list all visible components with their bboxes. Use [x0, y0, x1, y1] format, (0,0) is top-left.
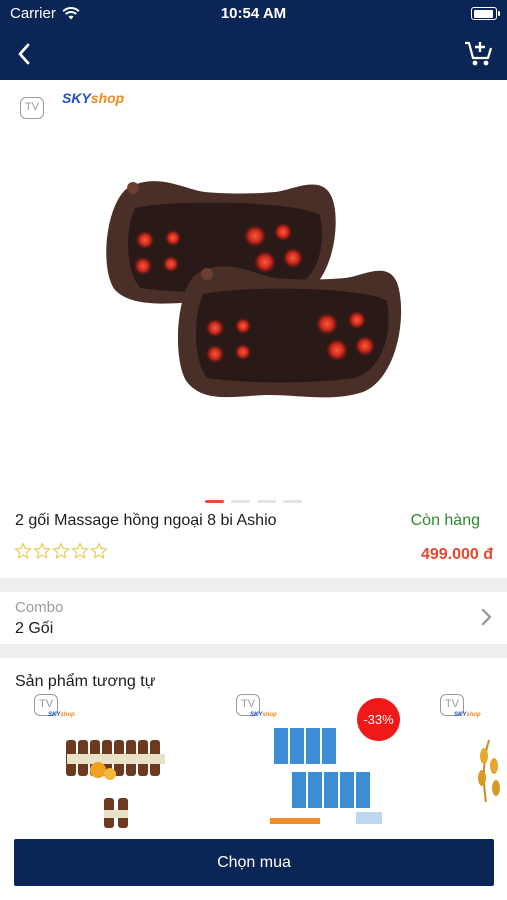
- skyshop-logo: SKYshop: [48, 712, 75, 718]
- carousel-indicator: [0, 500, 507, 504]
- status-bar: Carrier 10:54 AM: [0, 0, 507, 28]
- carousel-dot[interactable]: [231, 500, 250, 503]
- star-icon: [33, 542, 51, 559]
- product-image-carousel[interactable]: TV SKYshop: [0, 80, 507, 510]
- divider: [0, 644, 507, 658]
- discount-badge: -33%: [357, 698, 400, 741]
- nav-bar: [0, 28, 507, 80]
- cart-button[interactable]: [461, 36, 497, 72]
- chevron-left-icon: [18, 43, 30, 65]
- star-icon: [90, 542, 108, 559]
- product-title: 2 gối Massage hồng ngoại 8 bi Ashio: [15, 512, 277, 529]
- combo-selector[interactable]: Combo 2 Gối: [0, 592, 507, 644]
- skyshop-logo: SKYshop: [250, 712, 277, 718]
- divider: [0, 578, 507, 592]
- star-icon: [71, 542, 89, 559]
- rating-stars[interactable]: [14, 542, 108, 560]
- tv-badge: TV: [20, 97, 44, 119]
- skyshop-logo: SKYshop: [62, 90, 125, 106]
- star-icon: [14, 542, 32, 559]
- skyshop-logo: SKYshop: [454, 712, 481, 718]
- carousel-dot[interactable]: [283, 500, 302, 503]
- chevron-right-icon: [481, 608, 492, 626]
- similar-product-card[interactable]: TV SKYshop: [26, 692, 176, 832]
- back-button[interactable]: [8, 38, 40, 70]
- stock-status: Còn hàng: [410, 512, 480, 529]
- pillow-front: [177, 266, 402, 398]
- carousel-dot[interactable]: [257, 500, 276, 503]
- product-thumbnail: [478, 739, 500, 803]
- battery-icon: [471, 7, 500, 20]
- similar-products-title: Sản phẩm tương tự: [15, 673, 156, 690]
- similar-product-card[interactable]: TV SKYshop: [432, 692, 507, 832]
- carousel-dot-active[interactable]: [205, 500, 224, 503]
- status-time: 10:54 AM: [220, 5, 287, 22]
- combo-value: 2 Gối: [15, 620, 54, 637]
- product-thumbnail: [66, 740, 165, 828]
- product-price: 499.000 đ: [420, 546, 493, 563]
- star-icon: [52, 542, 70, 559]
- add-to-cart-icon: [465, 41, 493, 66]
- product-image: [106, 181, 402, 398]
- buy-button[interactable]: Chọn mua: [14, 839, 494, 886]
- combo-label: Combo: [15, 599, 64, 616]
